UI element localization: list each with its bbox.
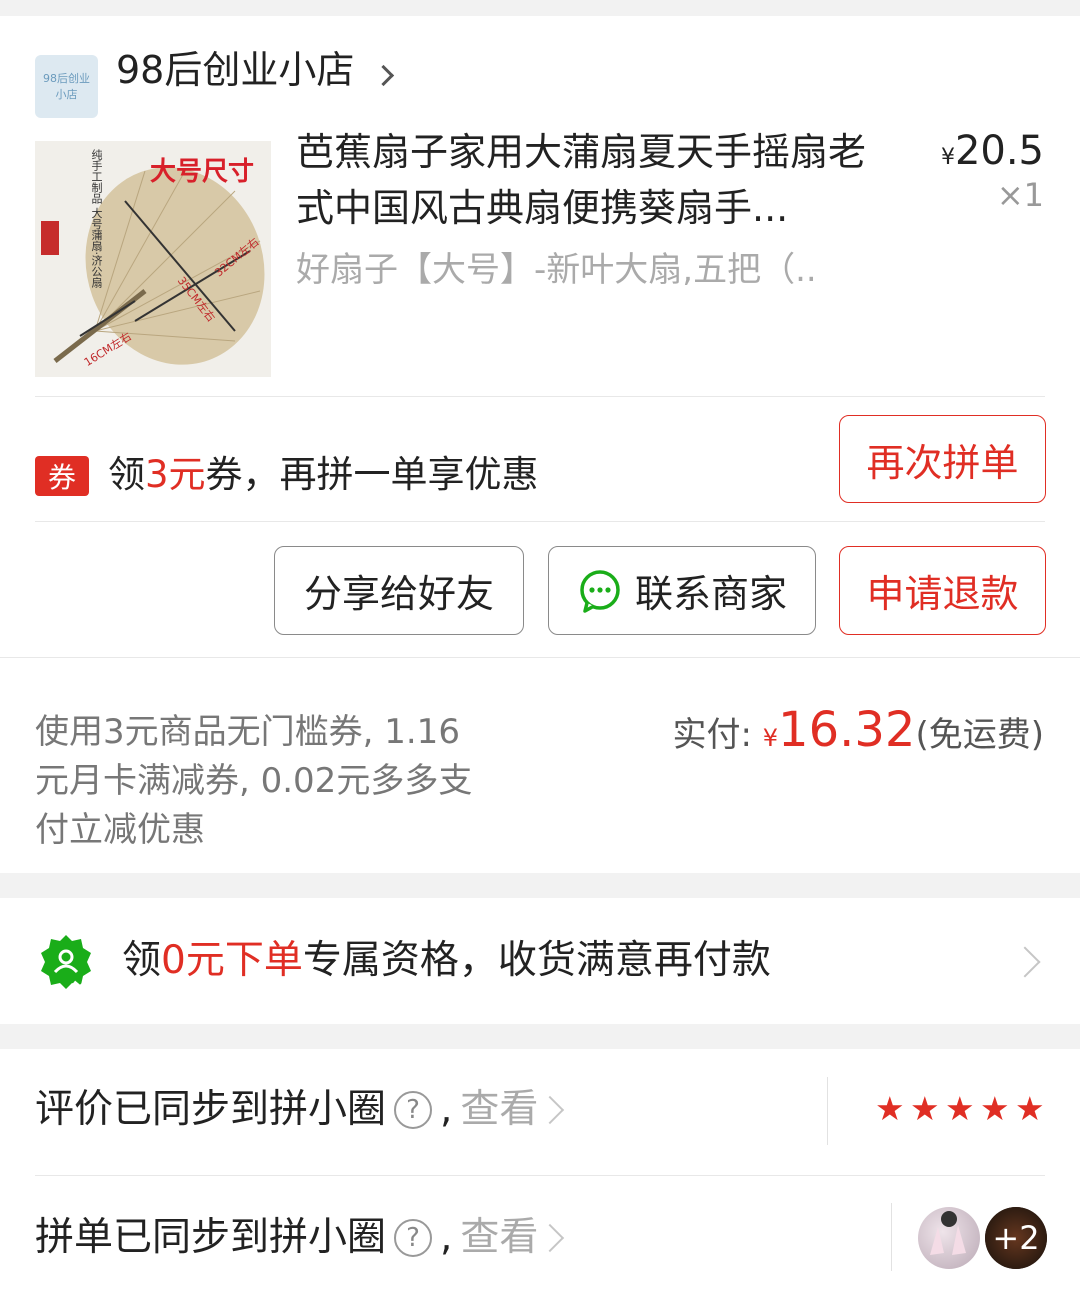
star-icon: ★ [980, 1089, 1010, 1128]
divider [35, 396, 1045, 397]
product-price: ¥20.5 [941, 126, 1044, 183]
free-order-banner[interactable]: 领0元下单专属资格，收货满意再付款 [0, 898, 1080, 1024]
avatar-more[interactable]: +2 [985, 1207, 1047, 1269]
image-size-title: 大号尺寸 [150, 157, 255, 187]
coupon-amount: 3元 [145, 453, 206, 496]
star-icon: ★ [910, 1089, 940, 1128]
help-icon[interactable]: ? [394, 1219, 433, 1257]
chevron-right-icon [373, 64, 395, 87]
help-icon[interactable]: ? [394, 1091, 433, 1129]
product-title[interactable]: 芭蕉扇子家用大蒲扇夏天手摇扇老式中国风古典扇便携葵扇手... [296, 124, 896, 236]
currency-symbol: ¥ [940, 145, 955, 170]
chat-icon [580, 569, 620, 613]
coupon-tag: 券 [35, 456, 89, 496]
refund-button[interactable]: 申请退款 [839, 546, 1046, 635]
share-button[interactable]: 分享给好友 [274, 546, 524, 635]
review-sync-row[interactable]: 评价已同步到拼小圈 ? , 查看 [35, 1083, 565, 1137]
avatar-image [930, 1211, 966, 1255]
product-quantity: ×1 [996, 176, 1044, 214]
divider [827, 1077, 828, 1145]
more-members-count: +2 [985, 1207, 1047, 1269]
review-sync-label: 评价已同步到拼小圈 [35, 1087, 387, 1132]
price-value: 20.5 [954, 128, 1044, 174]
regroup-button[interactable]: 再次拼单 [839, 415, 1046, 503]
discount-summary: 使用3元商品无门槛券, 1.16元月卡满减券, 0.02元多多支付立减优惠 [35, 712, 473, 850]
image-caption: 纯手工制品 大号蒲扇·济公扇 [90, 149, 103, 288]
chevron-right-icon [536, 1095, 565, 1125]
shop-name-link[interactable]: 98后创业小店 [116, 46, 395, 94]
divider [35, 1175, 1045, 1176]
verified-user-icon [41, 935, 94, 990]
shop-name: 98后创业小店 [116, 48, 355, 92]
paid-value: 16.32 [778, 702, 916, 758]
star-icon: ★ [1015, 1089, 1045, 1128]
view-link[interactable]: 查看 [460, 1211, 538, 1265]
group-sync-row[interactable]: 拼单已同步到拼小圈 ? , 查看 [35, 1211, 565, 1265]
sync-card: 评价已同步到拼小圈 ? , 查看 ★ ★ ★ ★ ★ 拼单已同步到拼小圈 ? ,… [0, 1049, 1080, 1314]
rating-stars: ★ ★ ★ ★ ★ [875, 1089, 1046, 1128]
product-spec-text: 好扇子【大号】-新叶大扇,五把（... [296, 250, 816, 290]
shipping-note: (免运费) [915, 715, 1044, 755]
shop-logo[interactable]: 98后创业小店 [35, 55, 98, 118]
divider [35, 521, 1045, 522]
divider [891, 1203, 892, 1271]
star-icon: ★ [945, 1089, 975, 1128]
free-order-highlight: 0元下单 [161, 938, 303, 983]
chevron-right-icon [536, 1223, 565, 1253]
paid-amount: 实付: ¥16.32(免运费) [672, 702, 1045, 758]
chevron-right-icon [1009, 946, 1041, 978]
coupon-text[interactable]: 领3元券，再拼一单享优惠 [108, 448, 539, 502]
free-order-text: 领0元下单专属资格，收货满意再付款 [122, 938, 771, 983]
group-sync-label: 拼单已同步到拼小圈 [35, 1215, 387, 1260]
product-spec[interactable]: 好扇子【大号】-新叶大扇,五把（... [296, 244, 816, 296]
product-image[interactable]: 大号尺寸 32CM左右 35CM左右 16CM左右 纯手工制品 大号蒲扇·济公扇 [35, 141, 271, 377]
divider [0, 657, 1080, 658]
view-link[interactable]: 查看 [460, 1083, 538, 1137]
paid-label: 实付: [672, 715, 763, 755]
order-card: 98后创业小店 98后创业小店 大号尺寸 32CM左右 35CM左右 16CM左… [0, 16, 1080, 873]
contact-seller-button[interactable]: 联系商家 [548, 546, 816, 635]
avatar[interactable] [918, 1207, 980, 1269]
star-icon: ★ [875, 1089, 905, 1128]
